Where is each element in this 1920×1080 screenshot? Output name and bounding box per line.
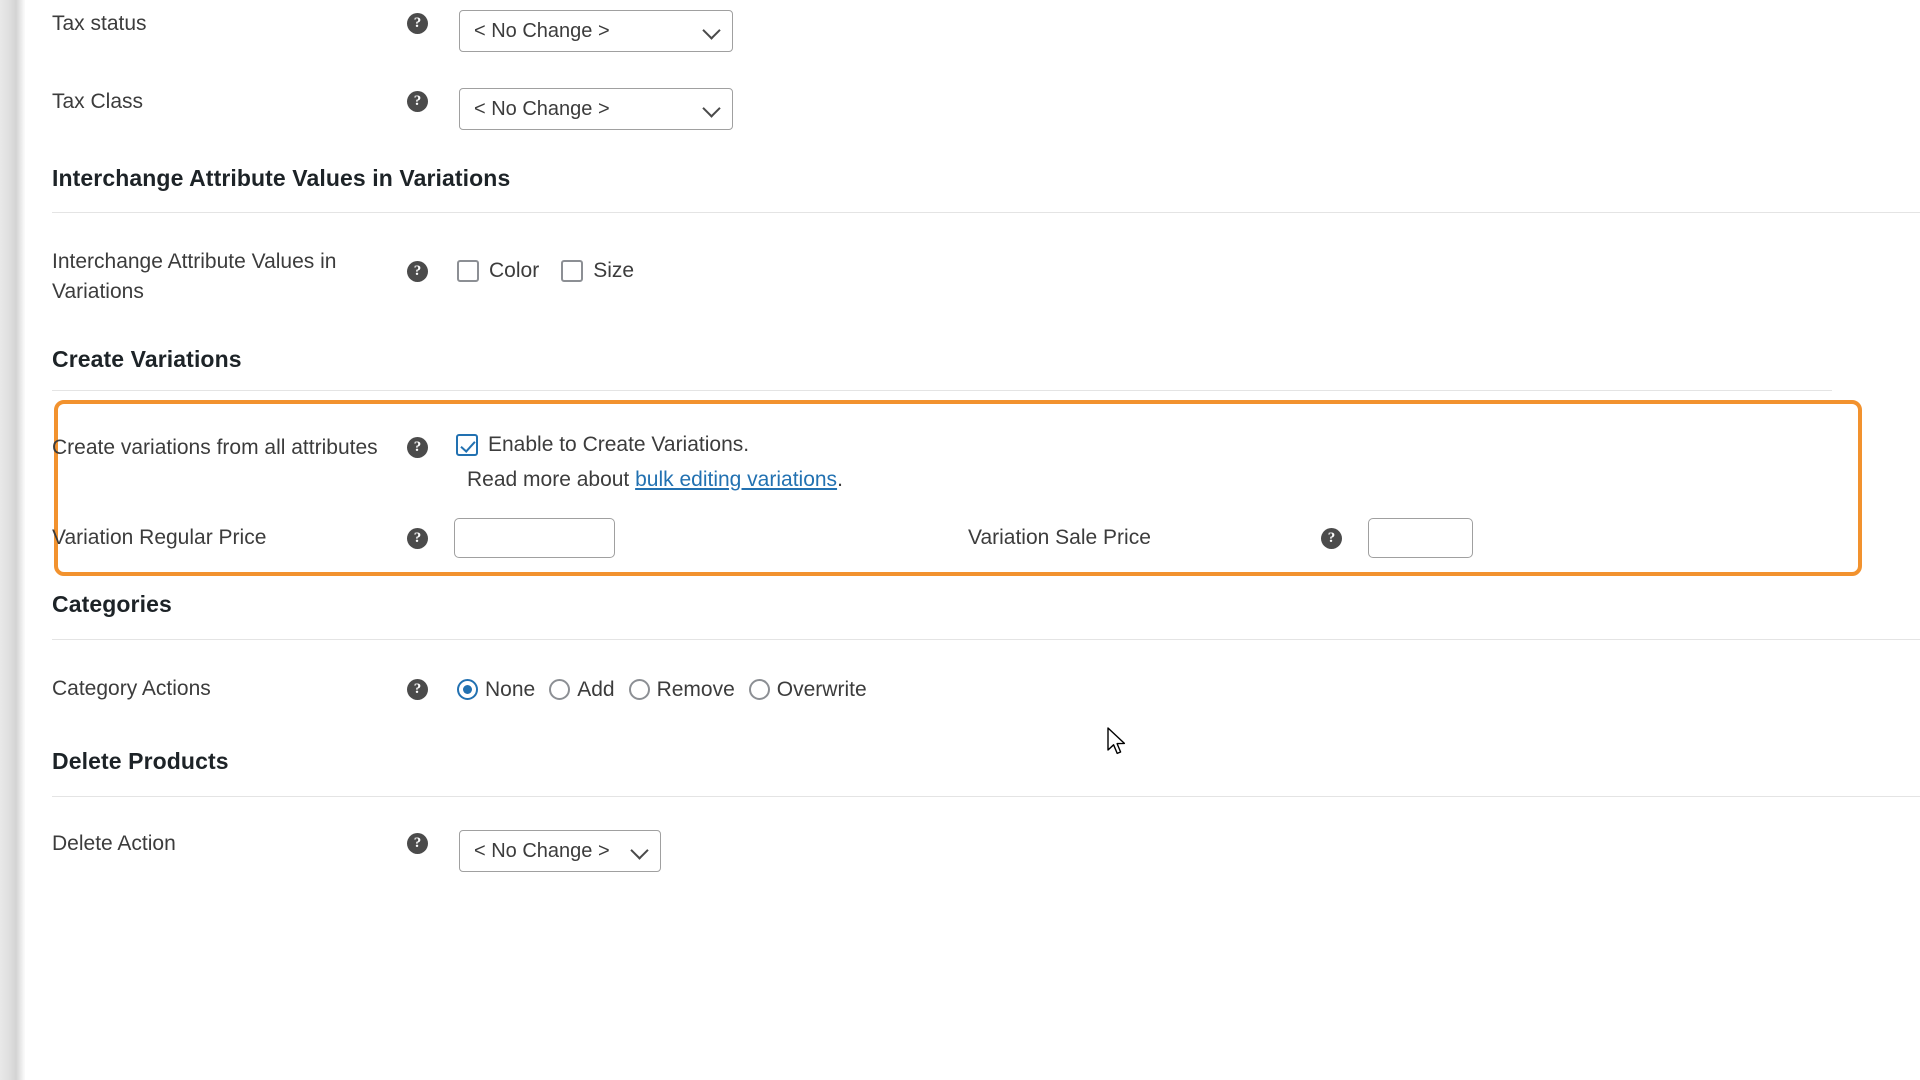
delete-action-label: Delete Action xyxy=(52,832,176,855)
tax-status-select[interactable]: < No Change > xyxy=(459,10,733,52)
help-icon[interactable]: ? xyxy=(407,678,428,700)
bulk-edit-page: Tax status ? < No Change > Tax Class ? <… xyxy=(0,0,1920,1080)
row-variation-regular-price: Variation Regular Price ? xyxy=(52,518,812,558)
variation-sale-price-label: Variation Sale Price xyxy=(968,526,1151,549)
tax-status-label: Tax status xyxy=(52,12,147,35)
interchange-label-line1: Interchange Attribute Values in xyxy=(52,250,337,273)
chevron-down-icon xyxy=(704,23,720,39)
radio-category-none[interactable] xyxy=(457,678,478,700)
help-icon[interactable]: ? xyxy=(407,437,428,458)
radio-category-overwrite[interactable] xyxy=(748,678,770,700)
checkbox-color[interactable] xyxy=(457,260,479,282)
tax-class-select[interactable]: < No Change > xyxy=(459,88,733,130)
help-icon[interactable]: ? xyxy=(407,261,428,282)
row-variation-sale-price: Variation Sale Price ? xyxy=(968,518,1488,558)
bulk-editing-variations-link[interactable]: bulk editing variations xyxy=(635,468,837,491)
checkbox-color-label: Color xyxy=(489,259,540,282)
variation-regular-price-label: Variation Regular Price xyxy=(52,526,267,549)
row-category-actions: Category Actions ? None Add Remove Overw… xyxy=(52,675,1252,703)
radio-category-overwrite-label: Overwrite xyxy=(776,677,867,701)
section-divider xyxy=(52,796,1920,797)
help-icon[interactable]: ? xyxy=(407,527,428,549)
variation-regular-price-input[interactable] xyxy=(454,518,615,558)
radio-category-add[interactable] xyxy=(549,678,571,700)
category-actions-label: Category Actions xyxy=(52,677,211,700)
help-icon[interactable]: ? xyxy=(407,13,428,34)
chevron-down-icon xyxy=(704,101,720,117)
tax-status-select-value: < No Change > xyxy=(474,19,610,42)
read-more-suffix: . xyxy=(837,468,843,491)
tax-class-label: Tax Class xyxy=(52,90,144,113)
read-more-prefix: Read more about xyxy=(467,468,636,491)
delete-action-select[interactable]: < No Change > xyxy=(459,830,661,872)
read-more-text: Read more about bulk editing variations. xyxy=(467,468,843,492)
section-heading-interchange: Interchange Attribute Values in Variatio… xyxy=(52,165,511,191)
radio-category-none-label: None xyxy=(485,677,536,701)
checkbox-enable-create-variations-label: Enable to Create Variations. xyxy=(488,433,750,456)
section-heading-categories: Categories xyxy=(52,591,172,617)
delete-action-select-value: < No Change > xyxy=(474,839,610,862)
chevron-down-icon xyxy=(632,843,648,859)
row-tax-class: Tax Class ? < No Change > xyxy=(52,88,1052,130)
tax-class-select-value: < No Change > xyxy=(474,97,610,120)
checkbox-size[interactable] xyxy=(561,260,584,282)
section-divider xyxy=(52,212,1920,213)
interchange-label: Interchange Attribute Values in Variatio… xyxy=(52,247,407,307)
section-divider xyxy=(52,390,1832,391)
create-variations-label: Create variations from all attributes xyxy=(52,436,378,459)
row-create-variations-from-attributes: Create variations from all attributes ? … xyxy=(52,434,1252,492)
checkbox-enable-create-variations[interactable] xyxy=(456,434,478,456)
row-delete-action: Delete Action ? < No Change > xyxy=(52,830,1052,872)
section-divider xyxy=(52,639,1920,640)
radio-category-remove[interactable] xyxy=(628,678,650,700)
row-interchange-attribute-values: Interchange Attribute Values in Variatio… xyxy=(52,247,1252,307)
radio-category-add-label: Add xyxy=(577,677,615,701)
help-icon[interactable]: ? xyxy=(407,833,428,854)
variation-sale-price-input[interactable] xyxy=(1368,518,1473,558)
checkbox-size-label: Size xyxy=(593,259,635,282)
section-heading-create-variations: Create Variations xyxy=(52,346,242,372)
radio-category-remove-label: Remove xyxy=(656,677,735,701)
settings-content: Tax status ? < No Change > Tax Class ? <… xyxy=(26,0,1920,1080)
row-tax-status: Tax status ? < No Change > xyxy=(52,10,1052,52)
interchange-label-line2: Variations xyxy=(52,280,144,303)
window-left-gutter xyxy=(0,0,26,1080)
section-heading-delete-products: Delete Products xyxy=(52,748,229,774)
help-icon[interactable]: ? xyxy=(1321,527,1342,549)
help-icon[interactable]: ? xyxy=(407,91,428,112)
